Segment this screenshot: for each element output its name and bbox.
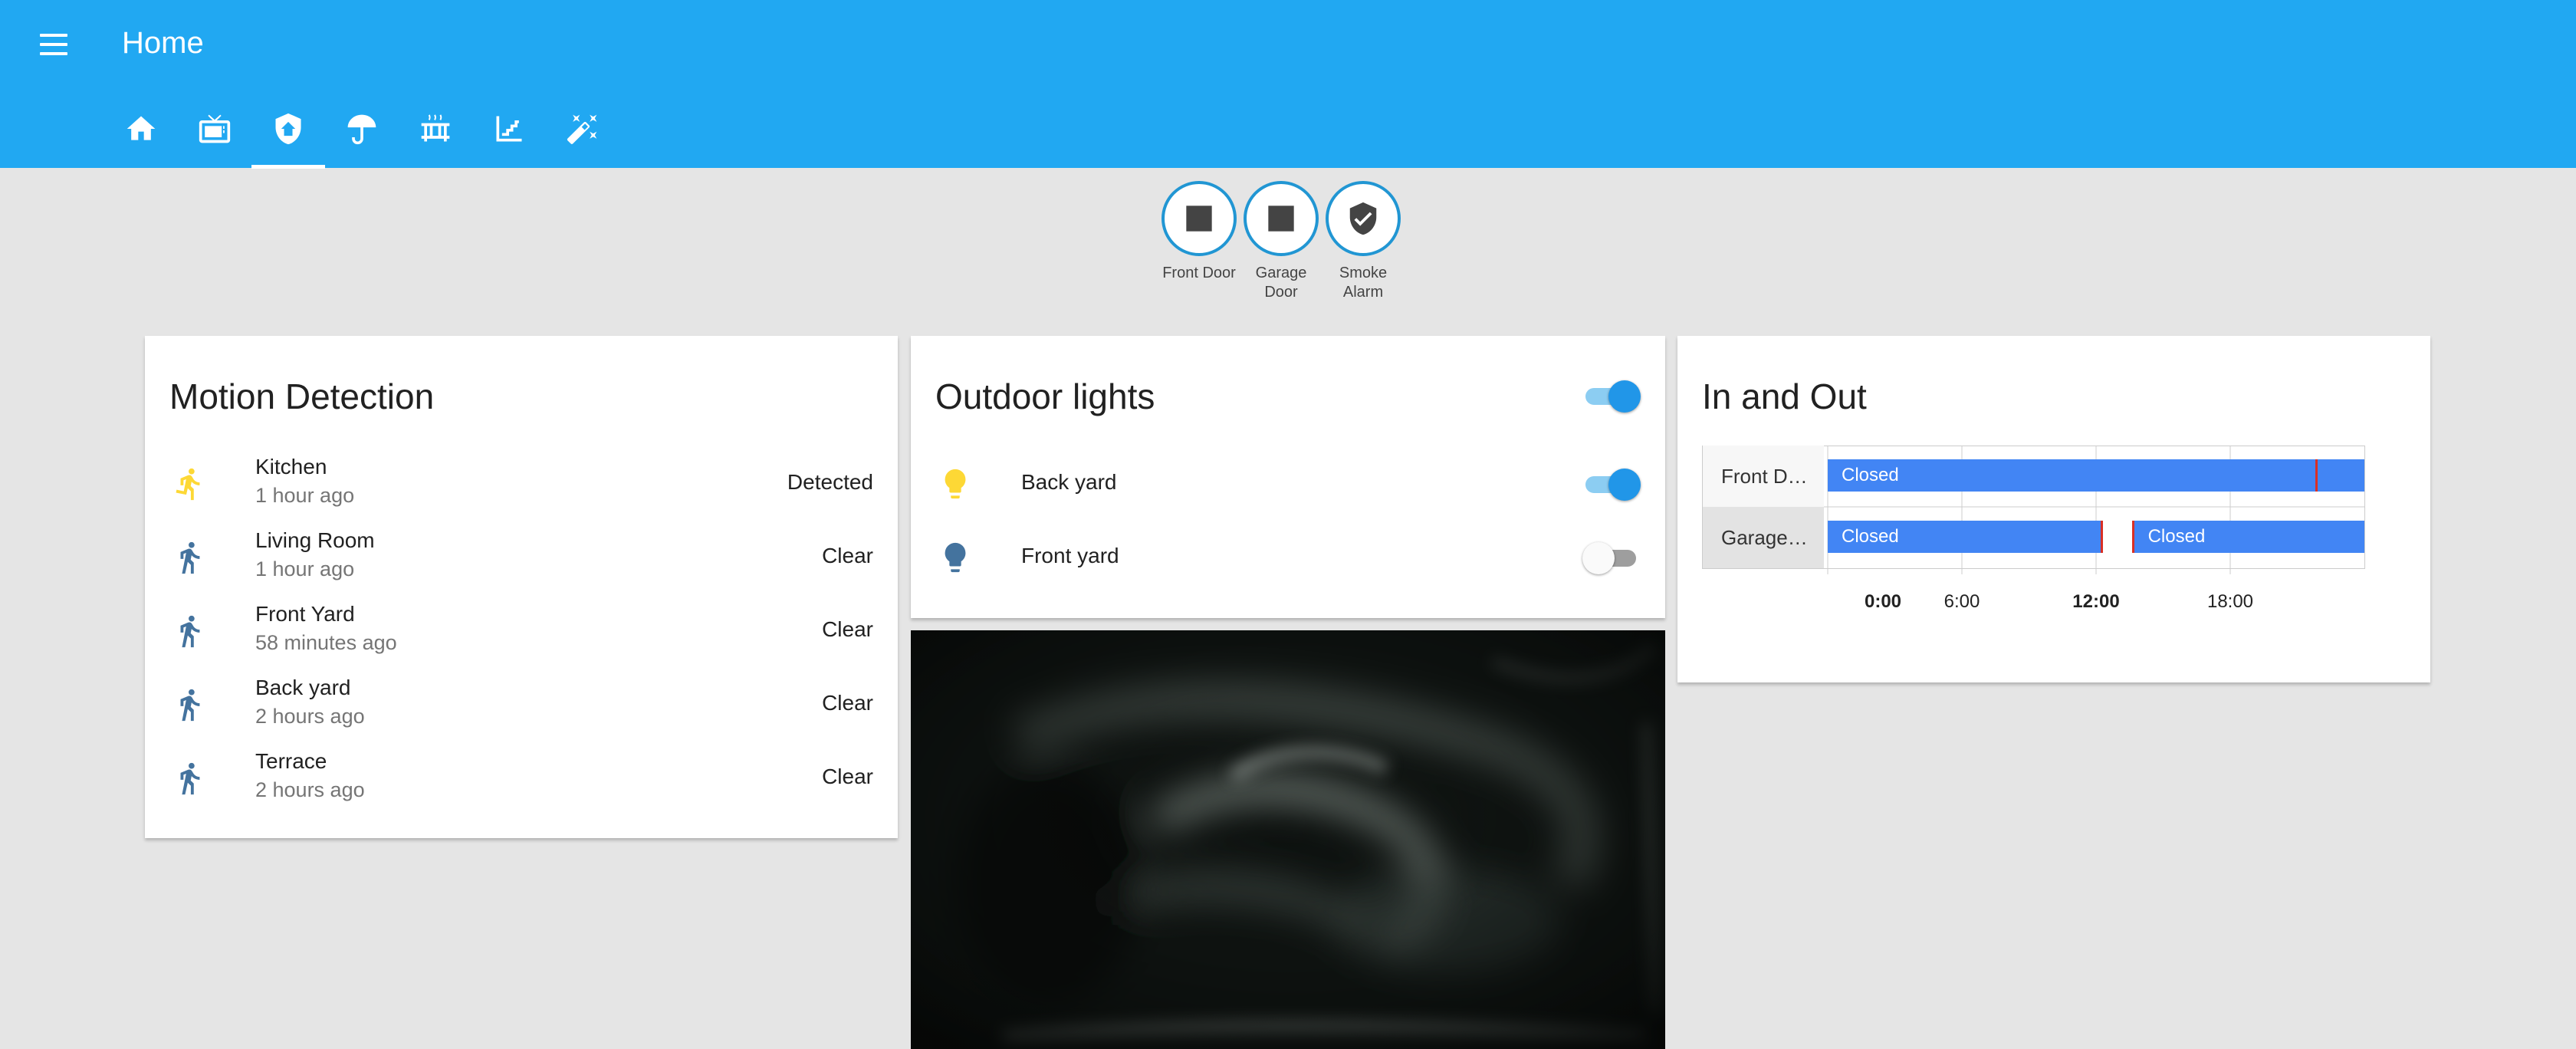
light-row-name: Front yard [1021, 544, 1119, 567]
motion-row-state: Clear [822, 544, 873, 567]
tab-climate[interactable] [399, 98, 472, 169]
walk-icon [168, 683, 211, 726]
lightbulb-icon [945, 542, 966, 573]
page-title: Home [122, 26, 204, 60]
shield-check-icon [1349, 202, 1377, 235]
light-row-name: Back yard [1021, 470, 1117, 494]
toggle-knob [1582, 542, 1615, 574]
motion-row-state: Clear [822, 617, 873, 641]
light-row-front-yard[interactable]: Front yard [911, 521, 1665, 594]
motion-row-time: 1 hour ago [255, 557, 355, 580]
walk-icon [180, 689, 200, 722]
timeline-row-label: Garage… [1703, 507, 1824, 568]
run-icon [168, 462, 211, 505]
motion-row-front-yard[interactable]: Front Yard 58 minutes ago Clear [145, 594, 898, 668]
app-header: Home [0, 0, 2576, 169]
camera-feed-graphic [911, 630, 1665, 1049]
timeline-state-bar[interactable]: Closed [1828, 459, 2364, 492]
timeline-tick-label: 12:00 [2072, 591, 2120, 612]
motion-detection-card: Motion Detection Kitchen 1 hour ago Dete… [145, 336, 898, 838]
toggle-knob [1608, 380, 1641, 413]
timeline-tick-label: 6:00 [1944, 591, 1980, 612]
badge-garage-door[interactable]: Garage Door [1243, 181, 1319, 302]
tab-home[interactable] [104, 98, 178, 169]
lightbulb-icon [934, 536, 977, 579]
tab-automation[interactable] [546, 98, 619, 169]
badge-circle [1244, 181, 1319, 256]
front-yard-light-toggle[interactable] [1582, 542, 1639, 574]
timeline-state-bar[interactable]: Closed [1828, 521, 2101, 553]
history-timeline: Front D… Garage… Closed Closed Closed 0:00… [1702, 446, 2366, 630]
timeline-tick-label: 18:00 [2206, 591, 2254, 612]
badge-circle [1326, 181, 1401, 256]
tab-security[interactable] [251, 98, 325, 169]
motion-row-time: 1 hour ago [255, 484, 355, 507]
home-icon [127, 116, 156, 140]
tab-stairs[interactable] [472, 98, 546, 169]
outdoor-lights-card: Outdoor lights Back yard Front yard [911, 336, 1665, 618]
motion-row-state: Clear [822, 691, 873, 715]
timeline-change-marker [2100, 521, 2103, 553]
motion-row-name: Back yard [255, 676, 351, 699]
tab-media[interactable] [178, 98, 251, 169]
lightbulb-icon [934, 462, 977, 505]
card-title: Outdoor lights [935, 377, 1155, 416]
walk-icon [168, 757, 211, 800]
walk-icon [180, 615, 200, 648]
radiator-icon [421, 114, 450, 142]
timeline-tick-label: 0:00 [1864, 591, 1902, 612]
toggle-knob [1608, 469, 1641, 501]
walk-icon [180, 762, 200, 795]
motion-row-time: 2 hours ago [255, 778, 365, 801]
card-title: In and Out [1702, 377, 1867, 416]
motion-row-kitchen[interactable]: Kitchen 1 hour ago Detected [145, 447, 898, 521]
stop-square-icon [1186, 206, 1212, 232]
motion-row-name: Front Yard [255, 602, 355, 626]
motion-row-time: 2 hours ago [255, 705, 365, 728]
motion-row-name: Terrace [255, 749, 327, 773]
badge-circle [1162, 181, 1237, 256]
motion-row-time: 58 minutes ago [255, 631, 397, 654]
outdoor-lights-master-toggle[interactable] [1582, 380, 1641, 413]
magic-wand-icon [567, 114, 597, 144]
timeline-change-marker [2131, 521, 2134, 553]
walk-icon [180, 541, 200, 574]
hamburger-menu-icon[interactable] [34, 29, 77, 63]
light-row-back-yard[interactable]: Back yard [911, 447, 1665, 521]
umbrella-icon [347, 114, 376, 145]
back-yard-light-toggle[interactable] [1582, 469, 1641, 501]
card-title: Motion Detection [169, 377, 435, 416]
timeline-state-bar[interactable]: Closed [2134, 521, 2364, 553]
motion-row-state: Clear [822, 765, 873, 788]
walk-icon [168, 610, 211, 653]
badge-smoke-alarm[interactable]: Smoke Alarm [1325, 181, 1401, 302]
motion-row-terrace[interactable]: Terrace 2 hours ago Clear [145, 742, 898, 815]
tab-weather[interactable] [325, 98, 399, 169]
motion-row-living-room[interactable]: Living Room 1 hour ago Clear [145, 521, 898, 594]
badge-label: Garage Door [1255, 265, 1307, 301]
motion-row-back-yard[interactable]: Back yard 2 hours ago Clear [145, 668, 898, 742]
motion-row-name: Kitchen [255, 455, 327, 478]
walk-icon [168, 536, 211, 579]
tv-icon [199, 114, 231, 143]
motion-row-name: Living Room [255, 528, 375, 552]
home-shield-icon [275, 113, 301, 145]
lightbulb-icon [945, 469, 966, 499]
in-and-out-card: In and Out Front D… Garage… Closed Closed… [1677, 336, 2430, 682]
timeline-change-marker [2315, 459, 2318, 492]
badge-label: Smoke Alarm [1339, 265, 1388, 301]
stairs-icon [496, 116, 522, 142]
badge-front-door[interactable]: Front Door [1161, 181, 1237, 283]
run-icon [176, 468, 200, 501]
badge-label: Front Door [1162, 265, 1236, 281]
stop-square-icon [1268, 206, 1294, 232]
motion-row-state: Detected [787, 470, 873, 494]
timeline-row-label: Front D… [1703, 446, 1824, 507]
camera-feed-image[interactable] [911, 630, 1665, 1049]
